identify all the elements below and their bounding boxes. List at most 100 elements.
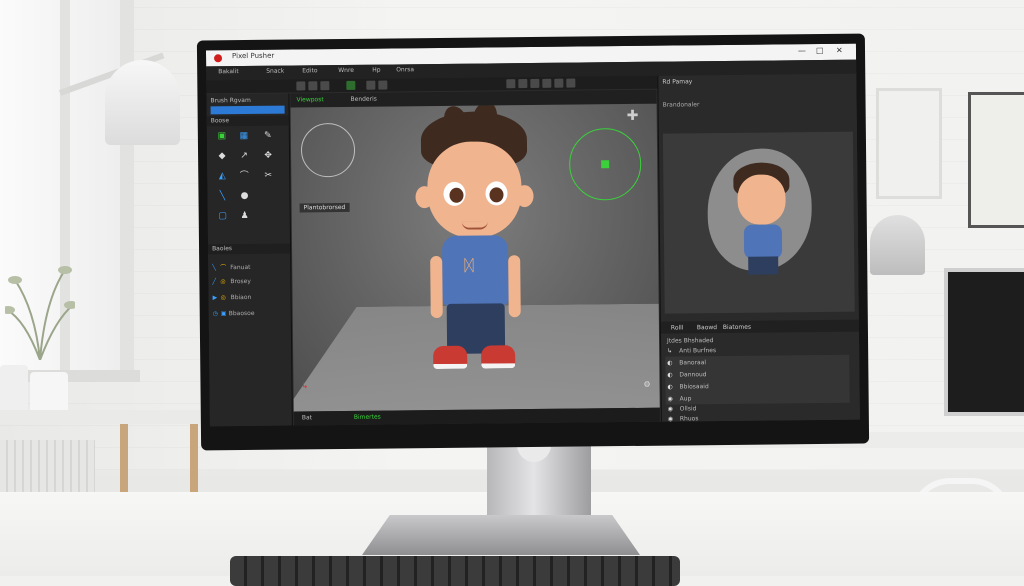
- smooth-tool-icon[interactable]: ◆: [215, 150, 229, 162]
- menu-item[interactable]: Snack: [266, 68, 284, 75]
- list-item[interactable]: ◉ Rhuos: [668, 415, 699, 422]
- keyboard: [230, 556, 680, 586]
- camera-icon[interactable]: [366, 80, 376, 90]
- shirt-logo-icon: ᛞ: [464, 255, 474, 275]
- plant: [5, 266, 75, 360]
- pen-tool-icon[interactable]: ✎: [261, 130, 275, 142]
- layer-icon: ◉: [667, 395, 673, 403]
- tab-roll[interactable]: Rolll: [671, 324, 684, 331]
- menu-item[interactable]: Edito: [302, 67, 317, 74]
- gizmo-center: [601, 160, 610, 169]
- right-panel-title: Rd Pamay: [662, 78, 693, 86]
- grab-tool-icon[interactable]: ✥: [261, 150, 275, 162]
- left-panel-header: Brush Rgvam: [210, 96, 251, 105]
- snap-icon[interactable]: [518, 79, 528, 89]
- status-mid: Bimertes: [353, 413, 381, 421]
- tab-render[interactable]: Benderis: [350, 96, 376, 103]
- side-table: [0, 410, 220, 424]
- list-item[interactable]: ◐ Dannoud: [667, 371, 706, 378]
- figure-tool-icon[interactable]: ♟: [238, 210, 252, 222]
- list-item[interactable]: ↳ Anti Burfnes: [667, 347, 716, 355]
- wall-frame: [968, 92, 1024, 228]
- background-lamp: [870, 215, 925, 275]
- rotate-tool-icon[interactable]: [308, 81, 318, 91]
- desk-lamp: [105, 60, 180, 145]
- layers-section-header: Baoles: [208, 243, 291, 255]
- clock-icon: ◷: [212, 310, 219, 318]
- light-icon[interactable]: [378, 80, 388, 90]
- render-icon[interactable]: [346, 80, 356, 90]
- background-monitor: [944, 268, 1024, 416]
- list-item[interactable]: ╱ ◎ Brosey: [212, 278, 251, 285]
- cartoon-character[interactable]: ᛞ: [409, 103, 542, 396]
- object-label: Plantobrorsed: [299, 202, 350, 213]
- screen: Pixel Pusher — □ ✕ Bakalit Snack Edito W…: [205, 43, 860, 427]
- layer-icon: ◐: [667, 359, 673, 367]
- table-leg: [120, 424, 128, 499]
- ring-icon: ◎: [220, 294, 226, 302]
- layers-tabs: Rolll Baowd Biatomes: [660, 319, 860, 334]
- tab-bowd[interactable]: Baowd: [697, 324, 717, 331]
- tab-biatomes[interactable]: Biatomes: [723, 324, 751, 331]
- left-toolbox-panel: Brush Rgvam Boose ▣ ▦ ✎ ◆ ↗ ✥ ◭ ⌒ ✂ ╲ ● …: [206, 93, 293, 427]
- layer-icon: ◐: [667, 383, 673, 391]
- shade-icon[interactable]: [542, 78, 552, 88]
- layer-icon: ◉: [667, 415, 674, 423]
- menu-item[interactable]: Wnre: [338, 67, 354, 74]
- 3d-viewport[interactable]: ✚ Plantobrorsed ↳ ⚙ ᛞ: [290, 103, 660, 412]
- brush-icon: ╱: [212, 278, 217, 286]
- rotation-gizmo[interactable]: [300, 122, 356, 178]
- list-item[interactable]: ◉ Ollsid: [668, 405, 697, 412]
- ring-icon: ◎: [220, 278, 226, 286]
- curve-icon: ⌒: [220, 264, 227, 272]
- gear-icon[interactable]: ⚙: [643, 380, 650, 389]
- draw-tool-icon[interactable]: ↗: [237, 150, 251, 162]
- right-panel-subtitle: Brandonaler: [662, 101, 700, 109]
- list-item[interactable]: ◷ ▣ Bbaosoe: [213, 310, 255, 317]
- arrow-icon: ▶: [212, 294, 218, 302]
- select-tool-icon[interactable]: ▣: [215, 130, 229, 142]
- inflate-tool-icon[interactable]: ◭: [215, 170, 229, 182]
- line-tool-icon[interactable]: ╲: [215, 190, 229, 202]
- menu-item[interactable]: Bakalit: [218, 68, 239, 75]
- close-button[interactable]: ✕: [836, 46, 843, 55]
- layer-icon: ↳: [667, 347, 673, 355]
- list-item[interactable]: ╲ ⌒ Fanuat: [212, 262, 250, 271]
- list-item[interactable]: ▶ ◎ Bbiaon: [213, 294, 252, 301]
- layer-header: Jtdes Bhshaded: [667, 337, 714, 345]
- frame-tool-icon[interactable]: ▢: [216, 210, 230, 222]
- crease-tool-icon[interactable]: ⌒: [237, 170, 251, 182]
- grid-icon[interactable]: [506, 79, 516, 89]
- app-logo-icon: [214, 54, 223, 63]
- right-preview-panel: Rd Pamay Brandonaler Rolll Baowd Biatome…: [657, 73, 860, 423]
- brush-icon: ╲: [212, 264, 216, 272]
- layer-icon: ◐: [667, 371, 673, 379]
- texture-icon[interactable]: [554, 78, 564, 88]
- wire-icon[interactable]: [530, 78, 540, 89]
- move-tool-icon[interactable]: [296, 81, 306, 91]
- monitor: Pixel Pusher — □ ✕ Bakalit Snack Edito W…: [196, 33, 870, 451]
- table-leg: [190, 424, 198, 499]
- square-icon: ▣: [220, 310, 227, 318]
- list-item[interactable]: ◐ Banoraal: [667, 359, 706, 366]
- maximize-button[interactable]: □: [816, 46, 824, 55]
- selected-brush[interactable]: [210, 105, 285, 115]
- viewport-statusbar: Bat Bimertes: [293, 407, 660, 426]
- brush-tool-icon[interactable]: ▦: [237, 130, 251, 142]
- tab-viewport[interactable]: Viewpost: [296, 96, 323, 103]
- minimize-button[interactable]: —: [798, 46, 806, 55]
- axis-indicator-icon: ↳: [301, 381, 309, 391]
- list-item[interactable]: ◐ Bbiosaaid: [667, 383, 708, 390]
- axis-widget-icon[interactable]: ✚: [627, 108, 639, 124]
- monitor-base: [362, 515, 640, 555]
- radiator: [0, 440, 95, 495]
- list-item[interactable]: ◉ Aup: [668, 395, 692, 402]
- menu-item[interactable]: Onrsa: [396, 66, 414, 73]
- character-preview[interactable]: [662, 131, 855, 314]
- scale-tool-icon[interactable]: [320, 81, 330, 91]
- settings-icon[interactable]: [566, 78, 576, 88]
- sphere-tool-icon[interactable]: ●: [237, 190, 251, 202]
- menu-item[interactable]: Hp: [372, 67, 380, 74]
- knife-tool-icon[interactable]: ✂: [261, 170, 275, 182]
- status-left: Bat: [301, 414, 313, 422]
